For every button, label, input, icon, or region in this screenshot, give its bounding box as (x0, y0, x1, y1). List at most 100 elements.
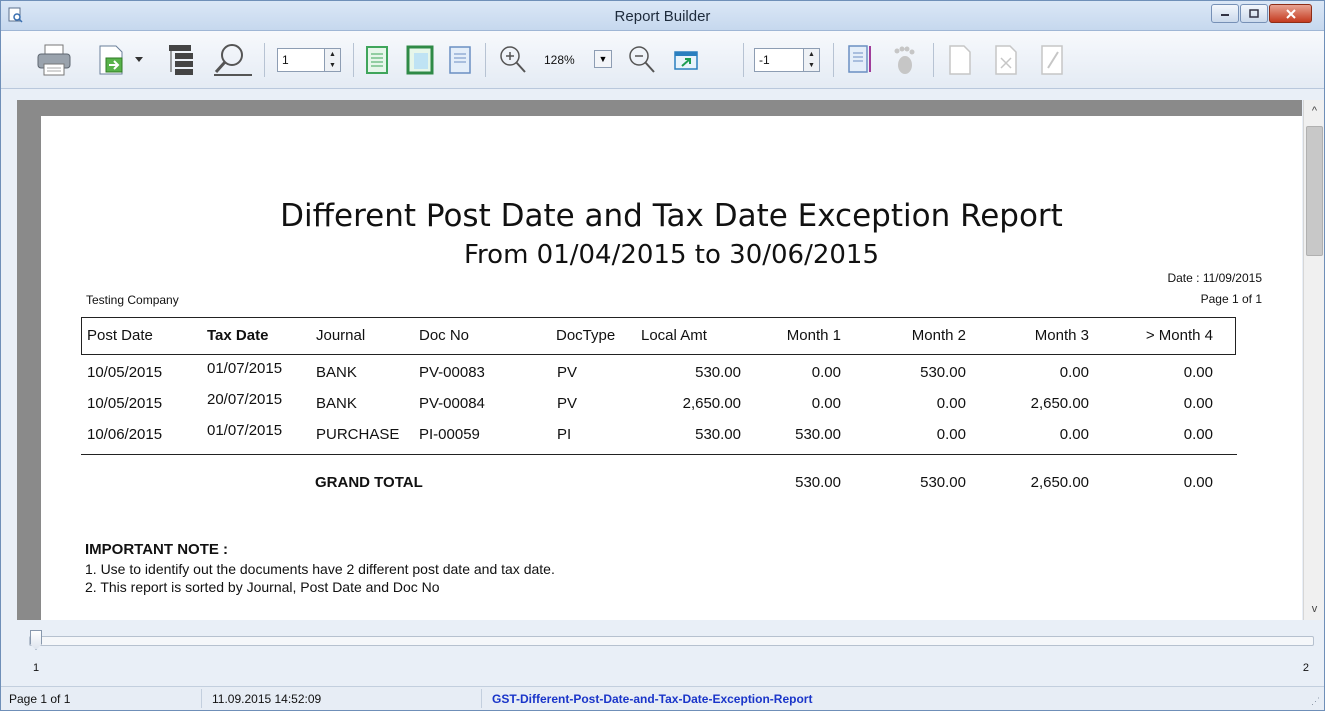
new-report-button[interactable] (943, 41, 977, 79)
offset-input[interactable]: -1 ▲ ▼ (754, 48, 820, 72)
export-button[interactable] (93, 41, 129, 79)
slider-min-label: 1 (33, 662, 40, 674)
single-page-icon (366, 46, 388, 74)
footprint-icon (894, 46, 915, 74)
export-dropdown[interactable] (132, 41, 146, 79)
whole-page-icon (449, 46, 471, 74)
open-button[interactable] (671, 41, 701, 79)
offset-value: -1 (759, 53, 770, 67)
search-icon (214, 44, 252, 76)
scroll-up-arrow[interactable]: ^ (1304, 102, 1325, 120)
table-cell: 530.00 (795, 426, 841, 443)
resize-grip-icon[interactable]: ⋰ (1311, 696, 1320, 707)
table-cell: 20/07/2015 (207, 391, 283, 408)
table-cell: 0.00 (936, 395, 966, 412)
table-cell: 10/05/2015 (87, 364, 163, 381)
table-cell: 0.00 (811, 364, 841, 381)
table-cell: PI-00059 (419, 426, 480, 443)
page-down-arrow[interactable]: ▼ (325, 60, 340, 71)
page-setup-icon (848, 45, 871, 73)
close-icon (1285, 8, 1296, 19)
report-title: Different Post Date and Tax Date Excepti… (280, 198, 1063, 234)
column-header: Doc No (419, 327, 470, 344)
grand-total-label: GRAND TOTAL (315, 474, 423, 491)
window-title: Report Builder (614, 8, 711, 25)
delete-report-button[interactable] (989, 41, 1023, 79)
minimize-icon (1221, 13, 1229, 16)
page-setup-button[interactable] (843, 41, 877, 79)
edit-report-button[interactable] (1035, 41, 1069, 79)
page-number-value: 1 (282, 53, 289, 67)
table-cell: PI (557, 426, 572, 443)
grand-total-value: 530.00 (920, 474, 966, 491)
table-cell: PV (557, 364, 578, 381)
toolbar: 1 ▲ ▼ 128% ▼ -1 ▲ ▼ (1, 31, 1324, 89)
vertical-scrollbar[interactable]: ^ v (1303, 100, 1324, 620)
outline-button[interactable] (163, 41, 199, 79)
scroll-thumb[interactable] (1306, 126, 1323, 256)
grand-total-value: 0.00 (1183, 474, 1213, 491)
report-page-number: Page 1 of 1 (1200, 292, 1262, 306)
scroll-down-arrow[interactable]: v (1304, 600, 1325, 618)
column-header: DocType (556, 327, 616, 344)
minimize-button[interactable] (1211, 4, 1239, 23)
zoom-in-icon (500, 46, 526, 73)
column-header: Month 1 (786, 327, 841, 344)
table-cell: 0.00 (1059, 426, 1089, 443)
zoom-level[interactable]: 128% (544, 48, 596, 72)
table-cell: 530.00 (920, 364, 966, 381)
design-button[interactable] (887, 41, 921, 79)
note-heading: IMPORTANT NOTE : (85, 541, 229, 558)
close-button[interactable] (1269, 4, 1312, 23)
zoom-dropdown-button[interactable]: ▼ (594, 50, 612, 68)
zoom-out-button[interactable] (625, 41, 659, 79)
column-header: Month 3 (1034, 327, 1089, 344)
divider (81, 454, 1237, 455)
outline-tree-icon (169, 45, 193, 75)
page-width-button[interactable] (403, 41, 437, 79)
page-slider-thumb[interactable] (30, 630, 42, 650)
report-builder-window: Report Builder 1 ▲ ▼ 128% ▼ -1 ▲ ▼ Diffe… (0, 0, 1325, 711)
column-header: > Month 4 (1145, 327, 1213, 344)
table-cell: 2,650.00 (682, 395, 741, 412)
status-report-name: GST-Different-Post-Date-and-Tax-Date-Exc… (492, 692, 813, 706)
page-slider-row: 1 2 (1, 626, 1324, 684)
edit-page-icon (1041, 45, 1063, 75)
maximize-button[interactable] (1240, 4, 1268, 23)
zoom-in-button[interactable] (496, 41, 530, 79)
report-page: Different Post Date and Tax Date Excepti… (41, 116, 1302, 620)
page-width-icon (406, 45, 434, 75)
table-cell: PV-00084 (419, 395, 485, 412)
offset-down-arrow[interactable]: ▼ (804, 60, 819, 71)
print-button[interactable] (34, 41, 74, 79)
note-line: 2. This report is sorted by Journal, Pos… (85, 579, 440, 595)
note-line: 1. Use to identify out the documents hav… (85, 561, 555, 577)
table-cell: BANK (316, 395, 357, 412)
chevron-down-icon (135, 57, 143, 62)
blank-page-icon (949, 45, 971, 75)
whole-page-button[interactable] (445, 41, 475, 79)
table-cell: PURCHASE (316, 426, 400, 443)
maximize-icon (1249, 9, 1259, 18)
column-header: Journal (316, 327, 366, 344)
table-cell: 0.00 (1059, 364, 1089, 381)
table-cell: 530.00 (695, 426, 741, 443)
page-slider-track[interactable] (29, 636, 1314, 646)
column-header: Post Date (87, 327, 153, 344)
table-cell: PV-00083 (419, 364, 485, 381)
report-preview-area[interactable]: Different Post Date and Tax Date Excepti… (17, 100, 1302, 620)
table-cell: 530.00 (695, 364, 741, 381)
status-page: Page 1 of 1 (9, 692, 71, 706)
zoom-out-icon (629, 46, 655, 73)
find-button[interactable] (207, 41, 255, 79)
open-window-icon (674, 51, 698, 70)
table-cell: 10/05/2015 (87, 395, 163, 412)
table-cell: 0.00 (1183, 426, 1213, 443)
grand-total-value: 2,650.00 (1030, 474, 1089, 491)
printer-icon (37, 44, 71, 76)
page-number-input[interactable]: 1 ▲ ▼ (277, 48, 341, 72)
status-bar: Page 1 of 1 11.09.2015 14:52:09 GST-Diff… (1, 686, 1324, 710)
table-cell: 0.00 (1183, 364, 1213, 381)
status-timestamp: 11.09.2015 14:52:09 (212, 692, 322, 706)
single-page-button[interactable] (362, 41, 392, 79)
